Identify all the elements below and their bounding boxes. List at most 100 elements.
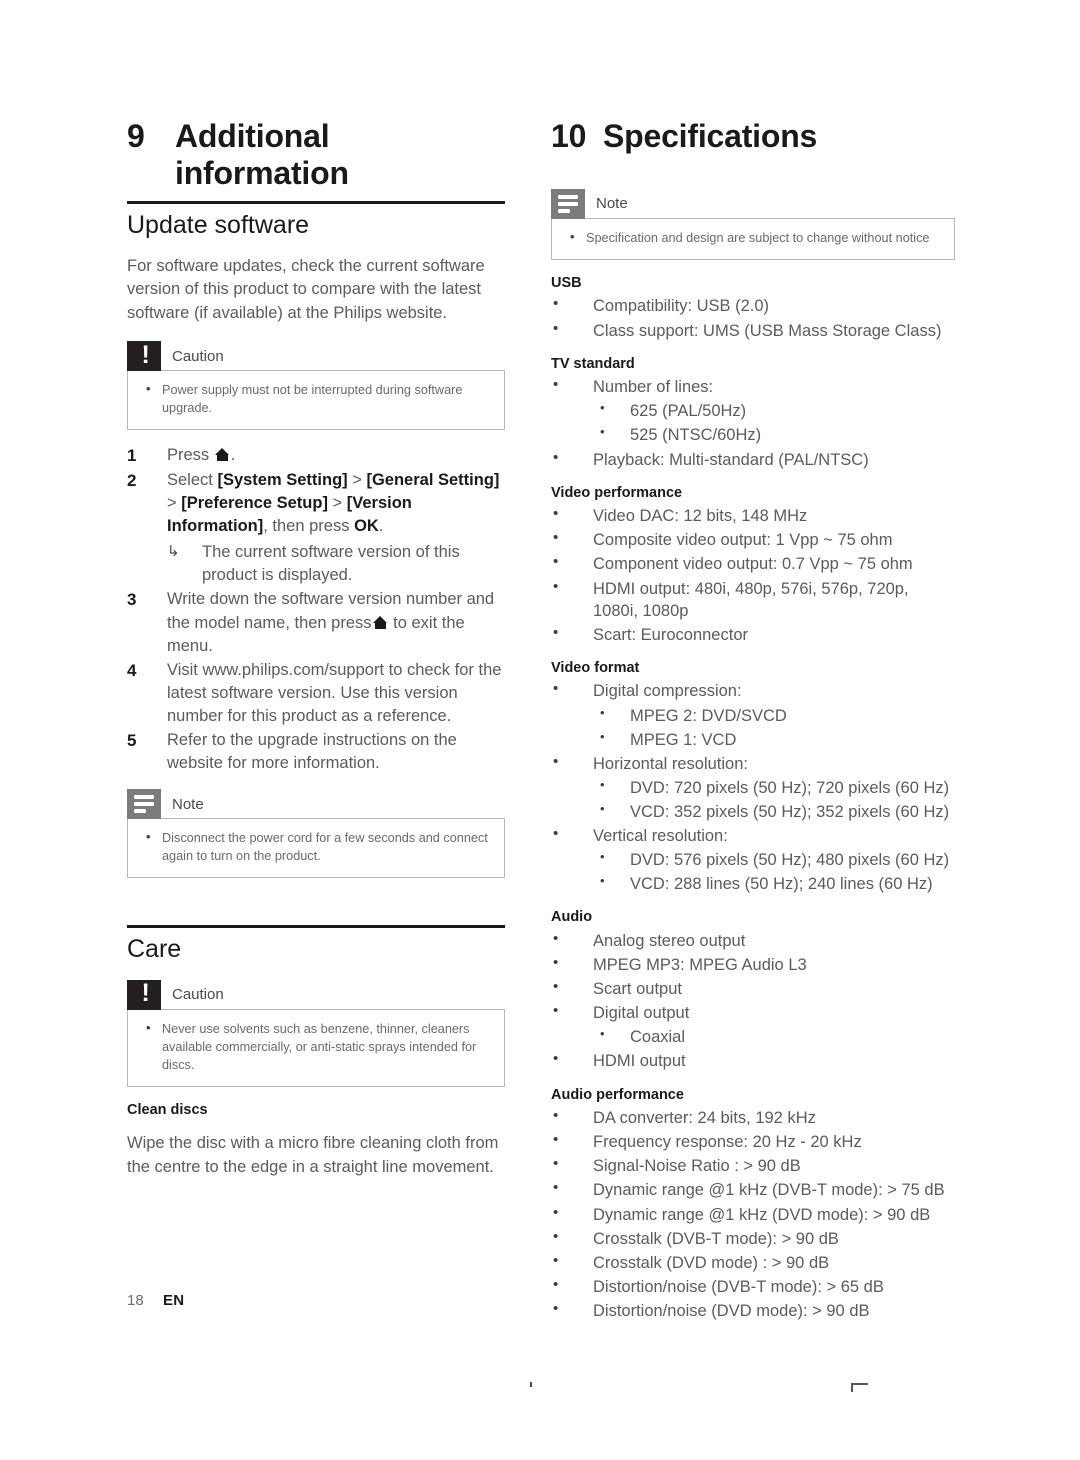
- spec-item: HDMI output: [551, 1049, 955, 1072]
- spec-subitem: 625 (PAL/50Hz): [598, 399, 955, 422]
- callout-list: Power supply must not be interrupted dur…: [140, 380, 492, 417]
- step-number: 2: [127, 470, 137, 490]
- spec-item: Composite video output: 1 Vpp ~ 75 ohm: [551, 528, 955, 551]
- note-callout-software: Note Disconnect the power cord for a few…: [127, 789, 505, 879]
- step-number: 5: [127, 731, 137, 750]
- spec-item: Scart output: [551, 977, 955, 1000]
- spec-item-text: Frequency response: 20 Hz - 20 kHz: [593, 1133, 862, 1152]
- callout-list-item: Power supply must not be interrupted dur…: [140, 380, 492, 417]
- spec-subitem: VCD: 352 pixels (50 Hz); 352 pixels (60 …: [598, 800, 955, 823]
- step-text: Select [System Setting] > [General Setti…: [167, 469, 505, 587]
- spec-item-text: MPEG MP3: MPEG Audio L3: [593, 956, 807, 975]
- spec-item-text: Coaxial: [630, 1028, 686, 1047]
- chapter-title: Additional information: [175, 118, 349, 191]
- step-item: 1 Press .: [127, 444, 505, 468]
- spec-item: Dynamic range @1 kHz (DVD mode): > 90 dB: [551, 1203, 955, 1226]
- specification-groups: USB Compatibility: USB (2.0) Class support…: [551, 274, 955, 1322]
- spec-item-text: HDMI output: [593, 1052, 686, 1071]
- callout-body: Never use solvents such as benzene, thin…: [127, 1008, 505, 1087]
- spec-item-text: Signal-Noise Ratio : > 90 dB: [593, 1157, 801, 1176]
- lines-icon: [127, 789, 161, 820]
- spec-item-text: Distortion/noise (DVB-T mode): > 65 dB: [593, 1277, 884, 1296]
- callout-list: Disconnect the power cord for a few seco…: [140, 828, 492, 865]
- spec-group-title: Video performance: [551, 484, 683, 501]
- callout-header: ! Caution: [127, 979, 505, 1010]
- exclamation-glyph: !: [141, 979, 150, 1007]
- spec-subitem: Coaxial: [598, 1025, 955, 1048]
- care-divider: [127, 925, 505, 929]
- caution-callout-care: ! Caution Never use solvents such as ben…: [127, 979, 505, 1087]
- spec-item-text: 525 (NTSC/60Hz): [630, 426, 762, 445]
- spec-item: Frequency response: 20 Hz - 20 kHz: [551, 1130, 955, 1153]
- spec-item: Digital compression:MPEG 2: DVD/SVCDMPEG…: [551, 679, 955, 751]
- spec-sublist: DVD: 576 pixels (50 Hz); 480 pixels (60 …: [593, 848, 955, 895]
- section-heading-update-software: Update software: [127, 210, 310, 239]
- callout-header: Note: [551, 188, 955, 219]
- step-text: Press .: [167, 446, 236, 465]
- page-language: EN: [163, 1292, 185, 1309]
- step-text-body: Select [System Setting] > [General Setti…: [167, 470, 500, 536]
- spec-group-title: TV standard: [551, 355, 635, 372]
- spec-subitem: DVD: 576 pixels (50 Hz); 480 pixels (60 …: [598, 848, 955, 871]
- spec-item-text: MPEG 2: DVD/SVCD: [630, 706, 787, 725]
- step-item: 2 Select [System Setting] > [General Set…: [127, 469, 505, 587]
- spec-list: DA converter: 24 bits, 192 kHz Frequency …: [551, 1106, 955, 1322]
- spec-item-text: VCD: 288 lines (50 Hz); 240 lines (60 Hz…: [630, 875, 933, 894]
- spec-item: DA converter: 24 bits, 192 kHz: [551, 1106, 955, 1129]
- spec-item: Component video output: 0.7 Vpp ~ 75 ohm: [551, 552, 955, 575]
- crop-mark: [851, 1383, 868, 1392]
- spec-subitem: MPEG 1: VCD: [598, 728, 955, 751]
- spec-item-text: Composite video output: 1 Vpp ~ 75 ohm: [593, 531, 893, 550]
- spec-item-text: Crosstalk (DVD mode) : > 90 dB: [593, 1253, 830, 1272]
- spec-item-text: Vertical resolution:: [593, 827, 728, 846]
- spec-item-text: Scart: Euroconnector: [593, 625, 748, 644]
- result-arrow-icon: ↳: [167, 543, 180, 561]
- spec-sublist: MPEG 2: DVD/SVCD MPEG 1: VCD: [593, 703, 955, 751]
- spec-sublist: DVD: 720 pixels (50 Hz); 720 pixels (60 …: [593, 776, 955, 823]
- callout-label: Caution: [172, 347, 224, 365]
- page-number: 18: [127, 1292, 144, 1309]
- spec-subitem: MPEG 2: DVD/SVCD: [598, 703, 955, 727]
- spec-item: Horizontal resolution: DVD: 720 pixels (5…: [551, 752, 955, 823]
- callout-list-item: Disconnect the power cord for a few seco…: [140, 828, 492, 865]
- lines-icon: [551, 188, 585, 219]
- spec-item: Analog stereo output: [551, 929, 955, 952]
- step-item: 5 Refer to the upgrade instructions on t…: [127, 729, 505, 775]
- step-number: 3: [127, 590, 137, 610]
- spec-item-text: MPEG 1: VCD: [630, 730, 737, 749]
- callout-list-item: Specification and design are subject to …: [564, 228, 942, 247]
- callout-list-item: Never use solvents such as benzene, thin…: [140, 1018, 492, 1074]
- manual-page: 9 Additional information Update software…: [0, 0, 1080, 1460]
- spec-item: Vertical resolution: DVD: 576 pixels (50 …: [551, 824, 955, 895]
- spec-item-text: Analog stereo output: [593, 931, 746, 950]
- spec-item-text: Component video output: 0.7 Vpp ~ 75 ohm: [593, 555, 913, 574]
- caution-callout-software: ! Caution Power supply must not be inter…: [127, 341, 505, 431]
- callout-label: Caution: [172, 986, 224, 1003]
- section-heading-care: Care: [127, 935, 182, 964]
- spec-item-text: HDMI output: 480i, 480p, 576i, 576p, 720…: [593, 579, 909, 620]
- spec-item: Compatibility: USB (2.0): [551, 294, 955, 317]
- spec-item-text: Playback: Multi-standard (PAL/NTSC): [593, 450, 869, 469]
- spec-sublist: Coaxial: [593, 1025, 955, 1048]
- step-number: 4: [127, 660, 137, 680]
- chapter-number: 9: [127, 118, 145, 154]
- spec-item-text: Class support: UMS (USB Mass Storage Cla…: [593, 321, 942, 340]
- spec-item: Dynamic range @1 kHz (DVB-T mode): > 75 …: [551, 1178, 955, 1201]
- spec-subitem: VCD: 288 lines (50 Hz); 240 lines (60 Hz…: [598, 872, 955, 895]
- callout-body: Power supply must not be interrupted dur…: [127, 370, 505, 431]
- step-text: Write down the software version number a…: [167, 590, 495, 655]
- spec-group-title: Audio performance: [551, 1086, 684, 1103]
- chapter-heading-additional-information: 9 Additional information: [127, 118, 505, 192]
- spec-item: Scart: Euroconnector: [551, 623, 955, 646]
- callout-body: Specification and design are subject to …: [551, 217, 955, 260]
- callout-body: Disconnect the power cord for a few seco…: [127, 818, 505, 879]
- spec-item: MPEG MP3: MPEG Audio L3: [551, 953, 955, 976]
- step-text: Visit www.philips.com/support to check f…: [167, 660, 502, 725]
- callout-header: ! Caution: [127, 341, 505, 372]
- spec-item-text: Dynamic range @1 kHz (DVD mode): > 90 dB: [593, 1205, 931, 1224]
- spec-list: Compatibility: USB (2.0) Class support: U…: [551, 294, 955, 341]
- exclamation-icon: !: [127, 341, 161, 372]
- spec-item-text: VCD: 352 pixels (50 Hz); 352 pixels (60 …: [630, 802, 950, 821]
- spec-item-text: Crosstalk (DVB-T mode): > 90 dB: [593, 1229, 839, 1248]
- spec-item-text: Number of lines:: [593, 378, 714, 397]
